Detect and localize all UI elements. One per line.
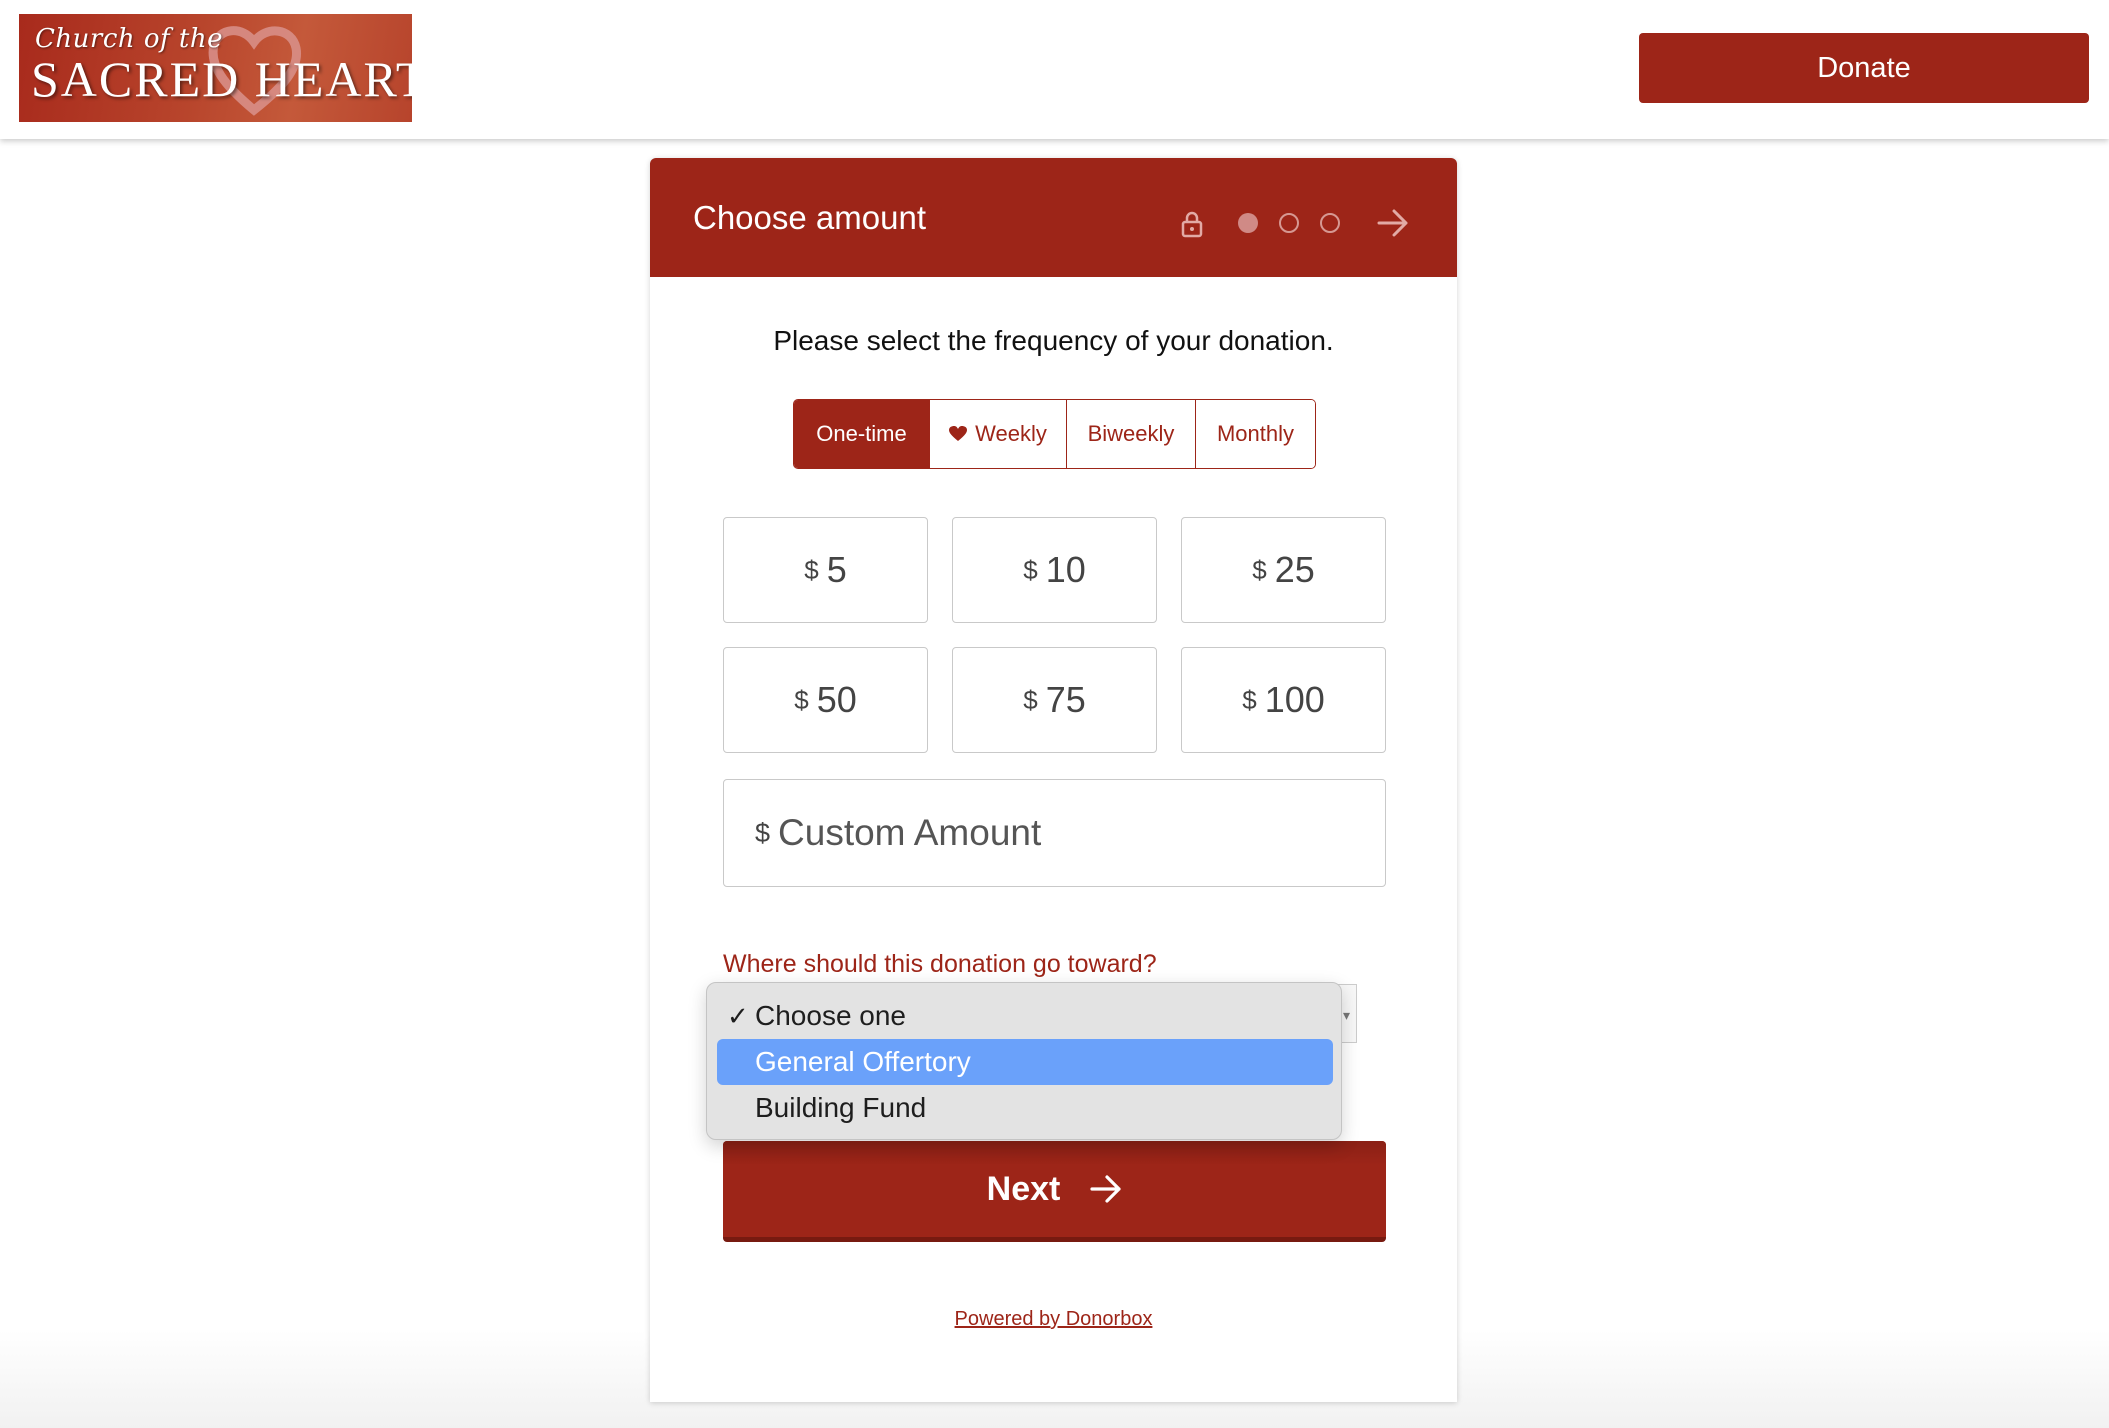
custom-amount-input[interactable]: $ Custom Amount [723, 779, 1386, 887]
frequency-selector: One-time Weekly Biweekly Monthly [793, 399, 1316, 469]
dropdown-option[interactable]: ✓ Choose one [717, 993, 1333, 1039]
form-header: Choose amount [650, 158, 1457, 277]
option-label: General Offertory [755, 1046, 971, 1077]
arrow-right-icon[interactable] [1377, 208, 1409, 238]
frequency-one-time[interactable]: One-time [794, 400, 929, 468]
frequency-label: Biweekly [1087, 421, 1175, 446]
destination-label: Where should this donation go toward? [723, 950, 1157, 978]
form-title: Choose amount [693, 199, 926, 236]
currency-symbol: $ [1023, 684, 1038, 715]
amount-value: 75 [1045, 679, 1086, 720]
option-label: Building Fund [755, 1092, 927, 1123]
currency-symbol: $ [1023, 554, 1038, 585]
step-dot [1320, 213, 1340, 233]
powered-by-link[interactable]: Powered by Donorbox [650, 1308, 1457, 1331]
frequency-label: Monthly [1216, 421, 1295, 446]
step-dot [1279, 213, 1299, 233]
amount-option[interactable]: $ 25 [1181, 517, 1386, 623]
checkmark-icon: ✓ [727, 1001, 749, 1031]
lock-icon [1181, 211, 1203, 238]
frequency-prompt: Please select the frequency of your dona… [773, 325, 1334, 356]
next-label: Next [986, 1169, 1061, 1208]
currency-symbol: $ [1252, 554, 1267, 585]
logo-main-text: SACRED HEART [31, 51, 412, 107]
chevron-down-icon: ▾ [1342, 1007, 1350, 1023]
amount-option[interactable]: $ 75 [952, 647, 1157, 753]
custom-amount-placeholder: Custom Amount [778, 812, 1042, 853]
step-dot-active [1238, 213, 1258, 233]
dropdown-option[interactable]: Building Fund [717, 1085, 1333, 1131]
amount-value: 100 [1264, 679, 1325, 720]
site-header: Church of the SACRED HEART Donate [0, 0, 2109, 139]
next-button[interactable]: Next [723, 1141, 1386, 1242]
amount-option[interactable]: $ 5 [723, 517, 928, 623]
destination-dropdown-menu: ✓ Choose one General Offertory Building … [706, 982, 1342, 1140]
amount-value: 5 [826, 549, 847, 590]
donate-button[interactable]: Donate [1639, 33, 2089, 103]
heart-icon [949, 426, 968, 441]
currency-symbol: $ [755, 817, 771, 848]
option-label: Choose one [755, 1000, 907, 1031]
currency-symbol: $ [794, 684, 809, 715]
dropdown-option[interactable]: General Offertory [717, 1039, 1333, 1085]
amount-option[interactable]: $ 50 [723, 647, 928, 753]
amount-value: 10 [1045, 549, 1086, 590]
frequency-label: One-time [816, 421, 907, 446]
frequency-biweekly[interactable]: Biweekly [1066, 400, 1195, 468]
arrow-right-icon [1090, 1174, 1122, 1204]
currency-symbol: $ [1242, 684, 1257, 715]
frequency-label: Weekly [975, 421, 1047, 446]
amount-option[interactable]: $ 100 [1181, 647, 1386, 753]
currency-symbol: $ [804, 554, 819, 585]
frequency-monthly[interactable]: Monthly [1195, 400, 1315, 468]
amount-value: 25 [1274, 549, 1315, 590]
frequency-weekly[interactable]: Weekly [929, 400, 1066, 468]
amount-option[interactable]: $ 10 [952, 517, 1157, 623]
amount-value: 50 [816, 679, 857, 720]
donation-form-card: Choose amount Please select the frequenc… [650, 158, 1457, 1402]
church-logo[interactable]: Church of the SACRED HEART [19, 14, 412, 122]
